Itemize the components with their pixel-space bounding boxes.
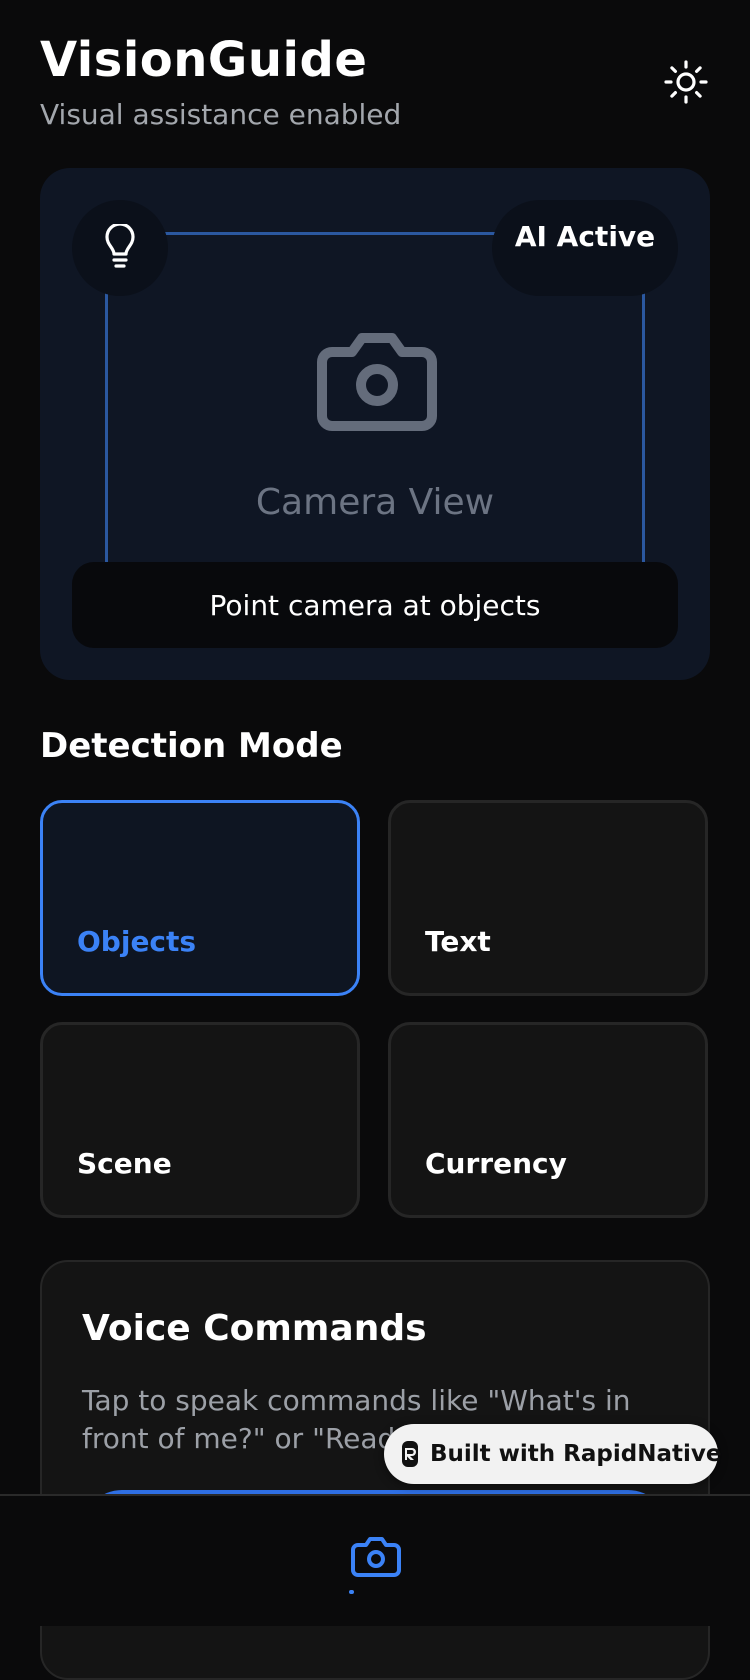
mode-scene-button[interactable]: Scene [40,1022,360,1218]
voice-commands-title: Voice Commands [82,1308,427,1349]
mode-label: Objects [77,925,197,958]
built-with-badge[interactable]: Built with RapidNative [384,1424,722,1484]
nav-active-indicator [349,1590,354,1594]
mode-currency-button[interactable]: Currency [388,1022,708,1218]
sun-icon [664,60,708,104]
flash-toggle-button[interactable] [72,200,168,296]
mode-label: Currency [425,1147,567,1180]
badge-text: Built with RapidNative [430,1441,722,1467]
camera-hint: Point camera at objects [72,562,678,648]
ai-status-label: AI Active [514,220,656,253]
theme-toggle-button[interactable] [664,60,708,104]
camera-placeholder-icon [316,330,438,432]
mode-label: Text [425,925,491,958]
mode-objects-button[interactable]: Objects [40,800,360,996]
detection-mode-title: Detection Mode [40,726,343,766]
mode-text-button[interactable]: Text [388,800,708,996]
camera-hint-text: Point camera at objects [209,588,541,622]
app-subtitle: Visual assistance enabled [40,98,402,131]
rapidnative-logo-icon [402,1441,418,1467]
camera-view-label: Camera View [255,482,495,523]
lightbulb-icon [105,224,135,268]
mode-label: Scene [77,1147,172,1180]
ai-status-badge: AI Active [492,200,678,296]
camera-icon [351,1537,401,1577]
nav-camera-tab[interactable] [350,1534,402,1578]
app-title: VisionGuide [40,32,368,88]
